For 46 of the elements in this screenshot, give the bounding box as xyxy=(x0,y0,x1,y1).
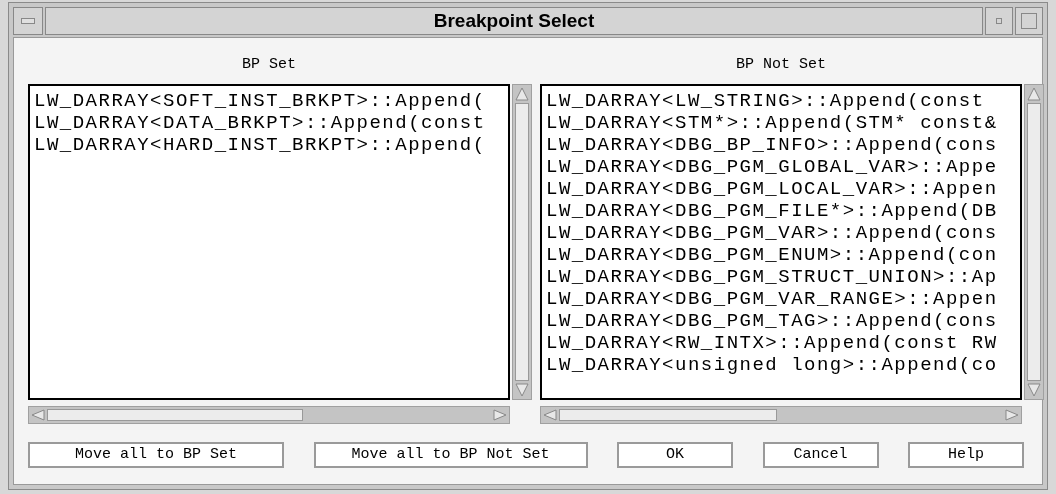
dialog-button[interactable]: Cancel xyxy=(762,442,879,468)
right-arrow-icon[interactable] xyxy=(1005,409,1019,421)
list-item[interactable]: LW_DARRAY<DBG_PGM_STRUCT_UNION>::Ap xyxy=(546,266,998,288)
vertical-scrollbar[interactable] xyxy=(1024,84,1044,400)
up-arrow-icon[interactable] xyxy=(1027,87,1041,101)
list-item[interactable]: LW_DARRAY<DBG_PGM_ENUM>::Append(con xyxy=(546,244,998,266)
window-menu-button[interactable] xyxy=(13,7,43,35)
dialog-button[interactable]: Move all to BP Set xyxy=(28,442,284,468)
list-item[interactable]: LW_DARRAY<DBG_PGM_VAR_RANGE>::Appen xyxy=(546,288,998,310)
horizontal-scrollbar[interactable] xyxy=(540,406,1022,424)
list-item[interactable]: LW_DARRAY<STM*>::Append(STM* const& xyxy=(546,112,998,134)
list-item[interactable]: LW_DARRAY<unsigned long>::Append(co xyxy=(546,354,998,376)
list-item[interactable]: LW_DARRAY<SOFT_INST_BRKPT>::Append( xyxy=(34,90,486,112)
scrollbar-thumb[interactable] xyxy=(1027,103,1041,381)
window-title: Breakpoint Select xyxy=(45,7,983,35)
scrollbar-thumb[interactable] xyxy=(47,409,303,421)
list-item[interactable]: LW_DARRAY<HARD_INST_BRKPT>::Append( xyxy=(34,134,486,156)
list-item[interactable]: LW_DARRAY<RW_INTX>::Append(const RW xyxy=(546,332,998,354)
left-arrow-icon[interactable] xyxy=(31,409,45,421)
down-arrow-icon[interactable] xyxy=(1027,383,1041,397)
list-item[interactable]: LW_DARRAY<DBG_PGM_GLOBAL_VAR>::Appe xyxy=(546,156,998,178)
horizontal-scrollbar[interactable] xyxy=(28,406,510,424)
maximize-button[interactable] xyxy=(1015,7,1043,35)
right-arrow-icon[interactable] xyxy=(493,409,507,421)
dialog-button[interactable]: Move all to BP Not Set xyxy=(313,442,588,468)
list-item[interactable]: LW_DARRAY<DBG_PGM_LOCAL_VAR>::Appen xyxy=(546,178,998,200)
dialog-button[interactable]: OK xyxy=(617,442,733,468)
list-label: BP Set xyxy=(242,55,296,75)
menu-icon xyxy=(21,18,35,24)
list-item[interactable]: LW_DARRAY<DBG_PGM_FILE*>::Append(DB xyxy=(546,200,998,222)
minimize-icon xyxy=(996,18,1002,24)
down-arrow-icon[interactable] xyxy=(515,383,529,397)
list-item[interactable]: LW_DARRAY<DBG_BP_INFO>::Append(cons xyxy=(546,134,998,156)
list-item[interactable]: LW_DARRAY<DBG_PGM_VAR>::Append(cons xyxy=(546,222,998,244)
vertical-scrollbar[interactable] xyxy=(512,84,532,400)
list-item[interactable]: LW_DARRAY<DATA_BRKPT>::Append(const xyxy=(34,112,486,134)
list-item[interactable]: LW_DARRAY<LW_STRING>::Append(const xyxy=(546,90,985,112)
left-arrow-icon[interactable] xyxy=(543,409,557,421)
scrollbar-thumb[interactable] xyxy=(515,103,529,381)
maximize-icon xyxy=(1021,13,1037,29)
up-arrow-icon[interactable] xyxy=(515,87,529,101)
minimize-button[interactable] xyxy=(985,7,1013,35)
dialog-button[interactable]: Help xyxy=(908,442,1024,468)
list-label: BP Not Set xyxy=(736,55,826,75)
list-item[interactable]: LW_DARRAY<DBG_PGM_TAG>::Append(cons xyxy=(546,310,998,332)
scrollbar-thumb[interactable] xyxy=(559,409,777,421)
